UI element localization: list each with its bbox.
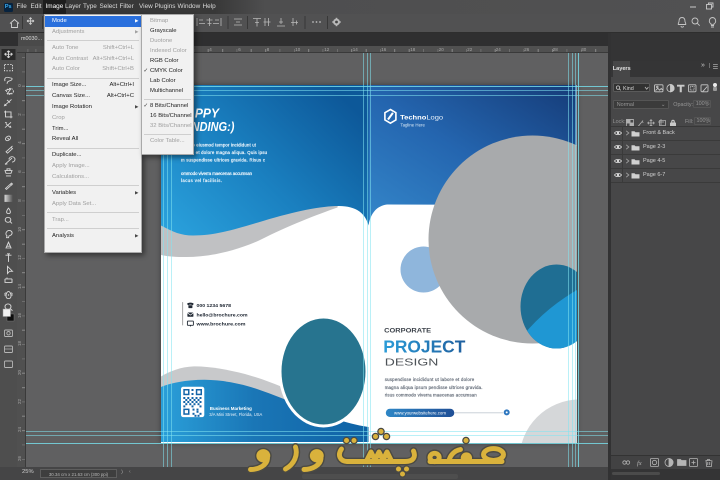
svg-text:www.yourwebsitehere.com: www.yourwebsitehere.com xyxy=(394,411,446,416)
svg-text:Kind: Kind xyxy=(623,86,634,92)
svg-text:hello@brochure.com: hello@brochure.com xyxy=(197,313,249,319)
svg-text:TechnoLogo: TechnoLogo xyxy=(400,115,444,122)
svg-text:fx: fx xyxy=(637,460,642,467)
svg-text:lacus vel facilisis.: lacus vel facilisis. xyxy=(181,178,222,183)
svg-text:risus commodo viverra maecenas: risus commodo viverra maecenas accumsan xyxy=(385,393,478,398)
svg-text:m suspendisse ultrices gravida: m suspendisse ultrices gravida. Risus c xyxy=(181,158,266,163)
svg-text:suspendisse incididunt ut labo: suspendisse incididunt ut labore et dolo… xyxy=(385,377,475,382)
svg-text:000 1234 5678: 000 1234 5678 xyxy=(197,303,232,309)
svg-text:Business Marketing: Business Marketing xyxy=(210,406,252,411)
svg-text:magna aliqua ipsum pendisse ul: magna aliqua ipsum pendisse ultrices gra… xyxy=(385,385,483,390)
svg-text:3/A Mini Street, Florida, USA: 3/A Mini Street, Florida, USA xyxy=(209,412,263,417)
svg-text:Tagline Here: Tagline Here xyxy=(400,123,425,128)
svg-text:DESIGN: DESIGN xyxy=(385,358,439,369)
svg-text:www.brochure.com: www.brochure.com xyxy=(195,321,246,327)
svg-text:CORPORATE: CORPORATE xyxy=(384,327,432,334)
svg-text:PROJECT: PROJECT xyxy=(383,336,465,356)
svg-text:ommodo viverra maecenas accums: ommodo viverra maecenas accumsan xyxy=(181,171,253,176)
